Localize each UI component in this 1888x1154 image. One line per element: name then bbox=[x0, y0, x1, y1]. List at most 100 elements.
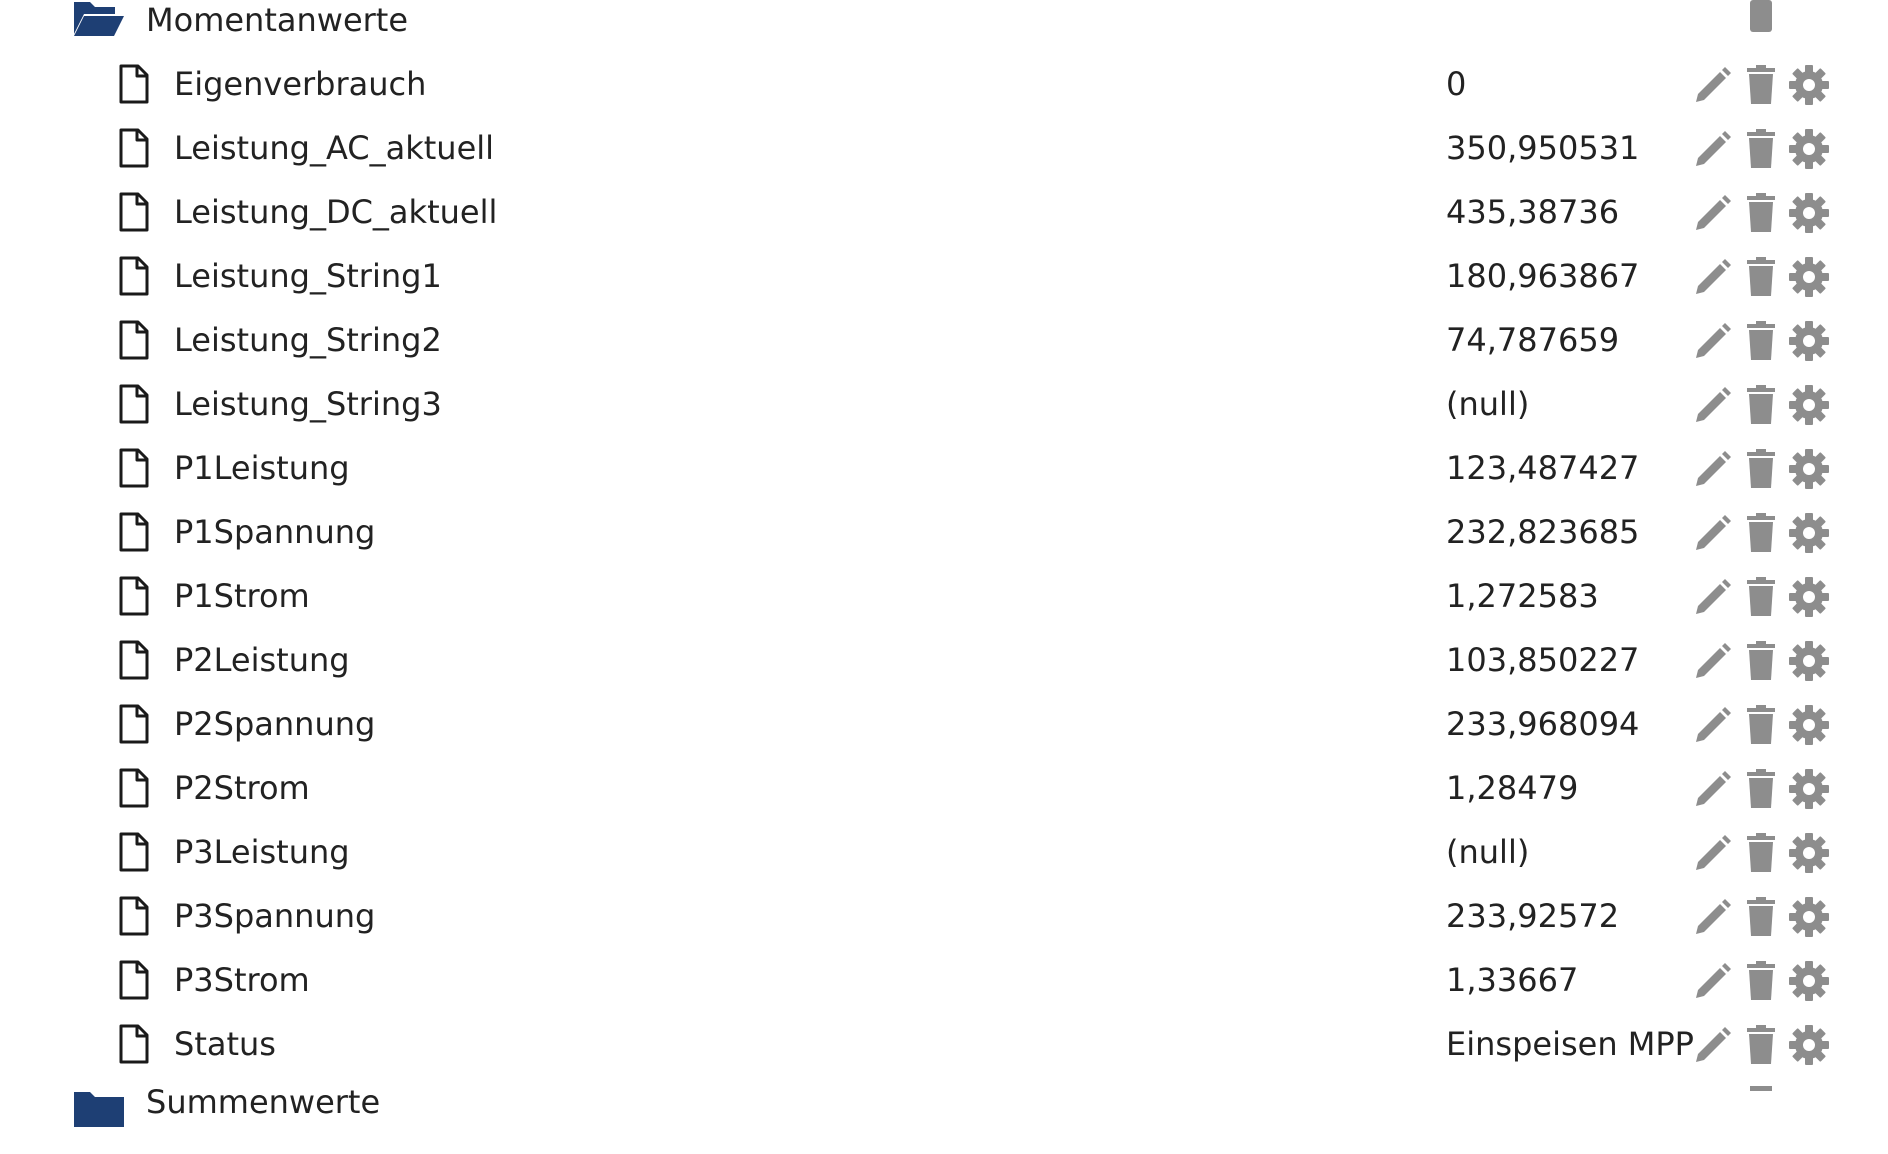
file-icon bbox=[118, 576, 150, 616]
trash-icon[interactable] bbox=[1740, 768, 1782, 810]
edit-icon[interactable] bbox=[1692, 640, 1734, 682]
object-name: Leistung_String2 bbox=[174, 321, 442, 359]
list-item[interactable]: Leistung_DC_aktuell 435,38736 bbox=[0, 192, 1888, 256]
trash-icon[interactable] bbox=[1740, 576, 1782, 618]
gear-icon[interactable] bbox=[1788, 640, 1830, 682]
trash-icon[interactable] bbox=[1740, 0, 1782, 42]
trash-icon[interactable] bbox=[1740, 704, 1782, 746]
object-value: 123,487427 bbox=[1446, 449, 1640, 487]
list-item[interactable]: P1Spannung 232,823685 bbox=[0, 512, 1888, 576]
trash-icon[interactable] bbox=[1740, 384, 1782, 426]
edit-icon[interactable] bbox=[1692, 192, 1734, 234]
gear-icon[interactable] bbox=[1788, 1024, 1830, 1066]
gear-icon[interactable] bbox=[1788, 384, 1830, 426]
trash-icon[interactable] bbox=[1740, 320, 1782, 362]
trash-icon[interactable] bbox=[1740, 640, 1782, 682]
trash-icon[interactable] bbox=[1740, 896, 1782, 938]
edit-icon[interactable] bbox=[1692, 128, 1734, 170]
folder-row-momentanwerte[interactable]: Momentanwerte bbox=[0, 0, 1888, 64]
object-value: 180,963867 bbox=[1446, 257, 1640, 295]
edit-icon[interactable] bbox=[1692, 256, 1734, 298]
object-name: P1Leistung bbox=[174, 449, 350, 487]
gear-icon[interactable] bbox=[1788, 512, 1830, 554]
object-name: Leistung_DC_aktuell bbox=[174, 193, 498, 231]
edit-icon[interactable] bbox=[1692, 64, 1734, 106]
edit-icon[interactable] bbox=[1692, 576, 1734, 618]
edit-icon[interactable] bbox=[1692, 512, 1734, 554]
list-item[interactable]: Eigenverbrauch 0 bbox=[0, 64, 1888, 128]
trash-icon[interactable] bbox=[1740, 128, 1782, 170]
gear-icon[interactable] bbox=[1788, 192, 1830, 234]
list-item[interactable]: P2Spannung 233,968094 bbox=[0, 704, 1888, 768]
gear-icon[interactable] bbox=[1788, 896, 1830, 938]
gear-icon[interactable] bbox=[1788, 64, 1830, 106]
edit-icon[interactable] bbox=[1692, 768, 1734, 810]
object-value: 232,823685 bbox=[1446, 513, 1640, 551]
gear-icon[interactable] bbox=[1788, 128, 1830, 170]
file-icon bbox=[118, 704, 150, 744]
list-item[interactable]: Leistung_String3 (null) bbox=[0, 384, 1888, 448]
object-value: 74,787659 bbox=[1446, 321, 1620, 359]
list-item[interactable]: P1Strom 1,272583 bbox=[0, 576, 1888, 640]
trash-icon[interactable] bbox=[1740, 448, 1782, 490]
edit-icon[interactable] bbox=[1692, 960, 1734, 1002]
object-name: P2Spannung bbox=[174, 705, 376, 743]
list-item[interactable]: P3Leistung (null) bbox=[0, 832, 1888, 896]
object-name: Status bbox=[174, 1025, 276, 1063]
gear-icon[interactable] bbox=[1788, 256, 1830, 298]
list-item[interactable]: P2Strom 1,28479 bbox=[0, 768, 1888, 832]
list-item[interactable]: Leistung_String2 74,787659 bbox=[0, 320, 1888, 384]
edit-icon[interactable] bbox=[1692, 704, 1734, 746]
file-icon bbox=[118, 320, 150, 360]
trash-icon[interactable] bbox=[1740, 256, 1782, 298]
object-value: 103,850227 bbox=[1446, 641, 1640, 679]
trash-icon[interactable] bbox=[1740, 64, 1782, 106]
object-value: 1,272583 bbox=[1446, 577, 1599, 615]
edit-icon[interactable] bbox=[1692, 832, 1734, 874]
gear-icon[interactable] bbox=[1788, 320, 1830, 362]
file-icon bbox=[118, 832, 150, 872]
trash-icon[interactable] bbox=[1740, 1084, 1782, 1126]
file-icon bbox=[118, 384, 150, 424]
file-icon bbox=[118, 1024, 150, 1064]
file-icon bbox=[118, 768, 150, 808]
edit-icon[interactable] bbox=[1692, 1024, 1734, 1066]
object-name: P2Leistung bbox=[174, 641, 350, 679]
object-value: Einspeisen MPP bbox=[1446, 1025, 1694, 1063]
gear-icon[interactable] bbox=[1788, 448, 1830, 490]
gear-icon[interactable] bbox=[1788, 576, 1830, 618]
object-value: (null) bbox=[1446, 385, 1530, 423]
list-item[interactable]: P1Leistung 123,487427 bbox=[0, 448, 1888, 512]
edit-icon[interactable] bbox=[1692, 384, 1734, 426]
gear-icon[interactable] bbox=[1788, 768, 1830, 810]
gear-icon[interactable] bbox=[1788, 704, 1830, 746]
list-item[interactable]: P2Leistung 103,850227 bbox=[0, 640, 1888, 704]
folder-open-icon[interactable] bbox=[72, 0, 126, 40]
gear-icon[interactable] bbox=[1788, 960, 1830, 1002]
trash-icon[interactable] bbox=[1740, 832, 1782, 874]
object-value: 0 bbox=[1446, 65, 1467, 103]
trash-icon[interactable] bbox=[1740, 960, 1782, 1002]
list-item[interactable]: P3Spannung 233,92572 bbox=[0, 896, 1888, 960]
edit-icon[interactable] bbox=[1692, 448, 1734, 490]
list-item[interactable]: Leistung_AC_aktuell 350,950531 bbox=[0, 128, 1888, 192]
list-item[interactable]: Status Einspeisen MPP bbox=[0, 1024, 1888, 1088]
file-icon bbox=[118, 960, 150, 1000]
object-name: P1Spannung bbox=[174, 513, 376, 551]
folder-icon[interactable] bbox=[72, 1090, 126, 1130]
edit-icon[interactable] bbox=[1692, 320, 1734, 362]
object-value: 233,92572 bbox=[1446, 897, 1620, 935]
gear-icon[interactable] bbox=[1788, 832, 1830, 874]
object-name: Eigenverbrauch bbox=[174, 65, 427, 103]
list-item[interactable]: Leistung_String1 180,963867 bbox=[0, 256, 1888, 320]
edit-icon[interactable] bbox=[1692, 896, 1734, 938]
object-name: P3Strom bbox=[174, 961, 310, 999]
file-icon bbox=[118, 64, 150, 104]
object-name: Leistung_String1 bbox=[174, 257, 442, 295]
list-item[interactable]: P3Strom 1,33667 bbox=[0, 960, 1888, 1024]
file-icon bbox=[118, 128, 150, 168]
trash-icon[interactable] bbox=[1740, 192, 1782, 234]
folder-label: Summenwerte bbox=[146, 1083, 381, 1121]
trash-icon[interactable] bbox=[1740, 512, 1782, 554]
trash-icon[interactable] bbox=[1740, 1024, 1782, 1066]
